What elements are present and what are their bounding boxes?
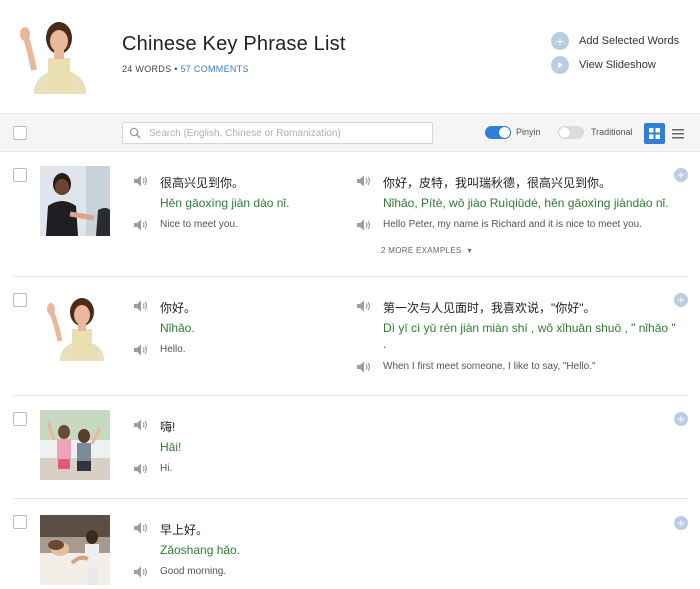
word-count: 24 WORDS bbox=[122, 64, 172, 74]
speaker-icon[interactable] bbox=[133, 418, 149, 432]
list-view-button[interactable] bbox=[667, 123, 688, 144]
example-pinyin-continued: . bbox=[383, 337, 387, 351]
add-word-button[interactable]: + bbox=[674, 168, 688, 182]
list-avatar bbox=[12, 14, 90, 94]
speaker-icon[interactable] bbox=[356, 218, 372, 232]
phrase-image bbox=[40, 410, 110, 480]
phrase-pinyin: Hāi! bbox=[160, 440, 182, 454]
speaker-icon[interactable] bbox=[133, 521, 149, 535]
search-input[interactable] bbox=[147, 126, 427, 140]
example-chinese: 第一次与人见面时，我喜欢说，"你好"。 bbox=[383, 301, 596, 315]
view-slideshow-button[interactable]: View Slideshow bbox=[551, 56, 656, 74]
toggle-knob bbox=[559, 127, 570, 138]
phrase-image bbox=[40, 166, 110, 236]
plus-icon: + bbox=[677, 168, 685, 182]
row-checkbox[interactable] bbox=[13, 293, 27, 307]
speaker-icon[interactable] bbox=[133, 565, 149, 579]
pinyin-toggle[interactable] bbox=[485, 126, 511, 139]
speaker-icon[interactable] bbox=[133, 218, 149, 232]
phrase-english: Hello. bbox=[160, 344, 186, 355]
phrase-chinese: 早上好。 bbox=[160, 523, 209, 537]
search-icon bbox=[129, 127, 141, 139]
plus-icon: + bbox=[677, 412, 685, 426]
add-selected-words-button[interactable]: + Add Selected Words bbox=[551, 32, 679, 50]
speaker-icon[interactable] bbox=[133, 462, 149, 476]
phrase-image bbox=[40, 291, 110, 361]
phrase-pinyin: Zǎoshang hǎo. bbox=[160, 543, 241, 557]
phrase-chinese: 嗨! bbox=[160, 420, 176, 434]
add-selected-words-label: Add Selected Words bbox=[579, 35, 680, 47]
phrase-row: 你好。 Nǐhǎo. Hello. 第一次与人见面时，我喜欢说，"你好"。 Dì… bbox=[0, 277, 700, 395]
add-word-button[interactable]: + bbox=[674, 516, 688, 530]
phrase-row: 很高兴见到你。 Hěn gāoxìng jiàn dào nǐ. Nice to… bbox=[0, 152, 700, 276]
chevron-down-icon: ▾ bbox=[467, 246, 472, 255]
list-meta: 24 WORDS • 57 COMMENTS bbox=[122, 64, 249, 74]
add-word-button[interactable]: + bbox=[674, 293, 688, 307]
more-examples-link[interactable]: 2 MORE EXAMPLES ▾ bbox=[381, 246, 472, 255]
row-checkbox[interactable] bbox=[13, 168, 27, 182]
phrase-english: Hi. bbox=[160, 463, 173, 474]
speaker-icon[interactable] bbox=[133, 343, 149, 357]
list-icon bbox=[671, 128, 684, 138]
search-box[interactable] bbox=[122, 122, 433, 144]
list-toolbar: Pinyin Traditional bbox=[0, 113, 700, 152]
pinyin-label: Pinyin bbox=[516, 127, 541, 137]
select-all-checkbox[interactable] bbox=[13, 126, 27, 140]
grid-view-button[interactable] bbox=[644, 123, 665, 144]
speaker-icon[interactable] bbox=[356, 299, 372, 313]
play-icon bbox=[551, 56, 569, 74]
view-slideshow-label: View Slideshow bbox=[579, 59, 656, 71]
row-checkbox[interactable] bbox=[13, 515, 27, 529]
example-chinese: 你好，皮特，我叫瑞秋德，很高兴见到你。 bbox=[383, 176, 612, 190]
example-english: When I first meet someone, I like to say… bbox=[383, 361, 596, 372]
page-title: Chinese Key Phrase List bbox=[122, 33, 346, 55]
example-pinyin: Nǐhǎo, Pítè, wǒ jiào Ruìqiūdé, hěn gāoxì… bbox=[383, 196, 669, 210]
plus-icon: + bbox=[551, 32, 569, 50]
phrase-image bbox=[40, 515, 110, 585]
grid-icon bbox=[649, 128, 660, 139]
plus-icon: + bbox=[677, 516, 685, 530]
example-pinyin: Dì yī cì yǔ rén jiàn miàn shí , wǒ xǐhuā… bbox=[383, 321, 676, 335]
speaker-icon[interactable] bbox=[133, 299, 149, 313]
plus-icon: + bbox=[677, 293, 685, 307]
phrase-row: 嗨! Hāi! Hi. + bbox=[0, 396, 700, 498]
phrase-pinyin: Nǐhǎo. bbox=[160, 321, 195, 335]
phrase-english: Nice to meet you. bbox=[160, 219, 238, 230]
phrase-row: 早上好。 Zǎoshang hǎo. Good morning. + bbox=[0, 499, 700, 589]
phrase-english: Good morning. bbox=[160, 566, 227, 577]
toggle-knob bbox=[499, 127, 510, 138]
phrase-chinese: 你好。 bbox=[160, 301, 197, 315]
more-examples-label: 2 MORE EXAMPLES bbox=[381, 246, 462, 255]
row-checkbox[interactable] bbox=[13, 412, 27, 426]
speaker-icon[interactable] bbox=[356, 360, 372, 374]
list-header: Chinese Key Phrase List 24 WORDS • 57 CO… bbox=[0, 0, 700, 113]
speaker-icon[interactable] bbox=[133, 174, 149, 188]
traditional-toggle[interactable] bbox=[558, 126, 584, 139]
phrase-pinyin: Hěn gāoxìng jiàn dào nǐ. bbox=[160, 196, 290, 210]
add-word-button[interactable]: + bbox=[674, 412, 688, 426]
example-english: Hello Peter, my name is Richard and it i… bbox=[383, 219, 643, 230]
phrase-chinese: 很高兴见到你。 bbox=[160, 176, 245, 190]
comments-link[interactable]: 57 COMMENTS bbox=[180, 64, 248, 74]
speaker-icon[interactable] bbox=[356, 174, 372, 188]
traditional-label: Traditional bbox=[591, 127, 633, 137]
